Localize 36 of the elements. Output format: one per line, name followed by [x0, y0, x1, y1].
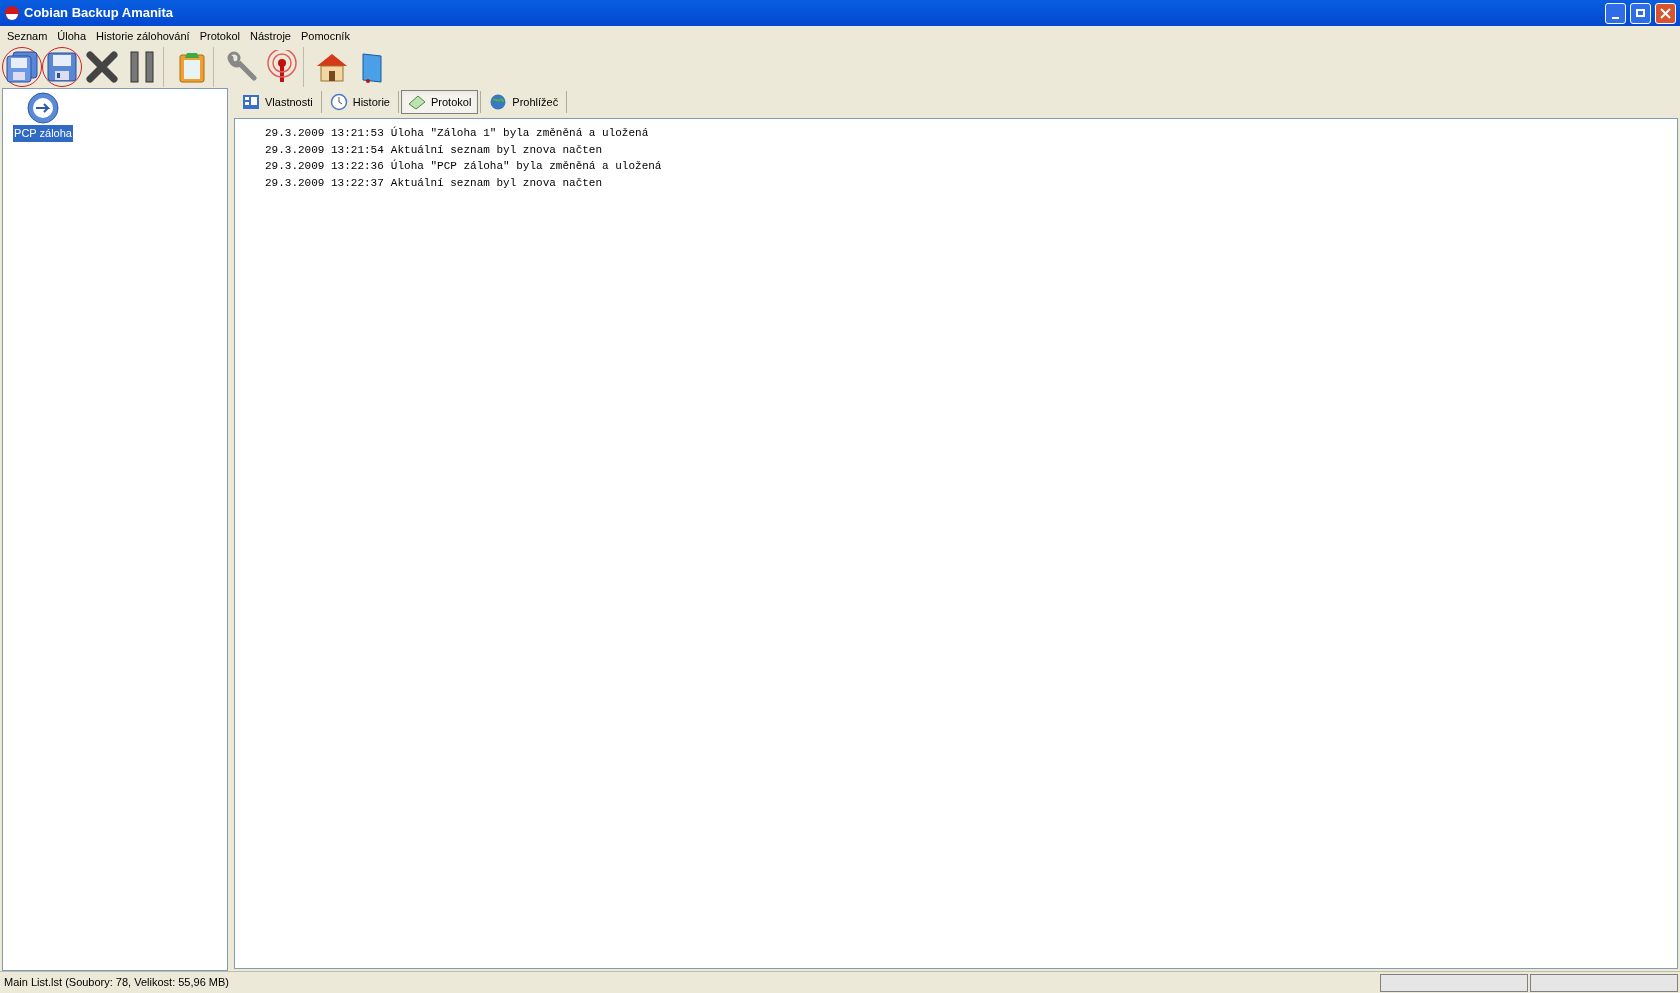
log-timestamp: 29.3.2009 13:22:37	[265, 175, 384, 191]
window-title: Cobian Backup Amanita	[24, 4, 175, 23]
restore-button[interactable]	[1630, 2, 1651, 24]
task-item[interactable]: PCP záloha	[13, 125, 73, 142]
banknote-icon	[408, 93, 426, 111]
clock-icon	[329, 93, 348, 111]
globe-icon	[489, 93, 508, 111]
wrench-icon	[225, 50, 259, 84]
log-timestamp: 29.3.2009 13:21:53	[265, 126, 384, 141]
restore-icon	[1636, 9, 1645, 17]
menu-item[interactable]: Historie zálohování	[91, 27, 195, 45]
log-message: Úloha "Záloha 1" byla změněná a uložená	[390, 125, 649, 141]
tab[interactable]: Vlastnosti	[236, 90, 319, 114]
log-message: Úloha "PCP záloha" byla změněná a uložená	[390, 158, 662, 174]
minimize-icon	[1612, 16, 1619, 19]
log-timestamp: 29.3.2009 13:21:54	[265, 142, 384, 158]
grid-icon	[242, 93, 260, 111]
floppy-disks-icon	[5, 50, 39, 84]
log-message: Aktuální seznam byl znova načten	[390, 175, 603, 191]
tab[interactable]: Protokol	[401, 90, 479, 114]
app-icon	[4, 5, 20, 21]
log-message: Aktuální seznam byl znova načten	[390, 142, 603, 158]
menu-item[interactable]: Pomocník	[296, 27, 355, 45]
menu-item[interactable]: Protokol	[194, 27, 246, 45]
menu-item[interactable]: Nástroje	[245, 27, 296, 45]
minimize-button[interactable]	[1605, 2, 1626, 24]
status-text: Main List.lst (Soubory: 78, Velikost: 55,96 MB)	[3, 975, 230, 991]
tab[interactable]: Prohlížeč	[483, 90, 565, 114]
close-icon	[1660, 7, 1671, 19]
antenna-icon	[265, 50, 299, 84]
log-timestamp: 29.3.2009 13:22:36	[265, 159, 384, 174]
menu-item[interactable]: Úloha	[52, 27, 92, 45]
menu-item[interactable]: Seznam	[2, 27, 53, 45]
tab[interactable]: Historie	[323, 90, 396, 114]
cross-icon	[85, 50, 119, 84]
close-button[interactable]	[1655, 2, 1676, 24]
